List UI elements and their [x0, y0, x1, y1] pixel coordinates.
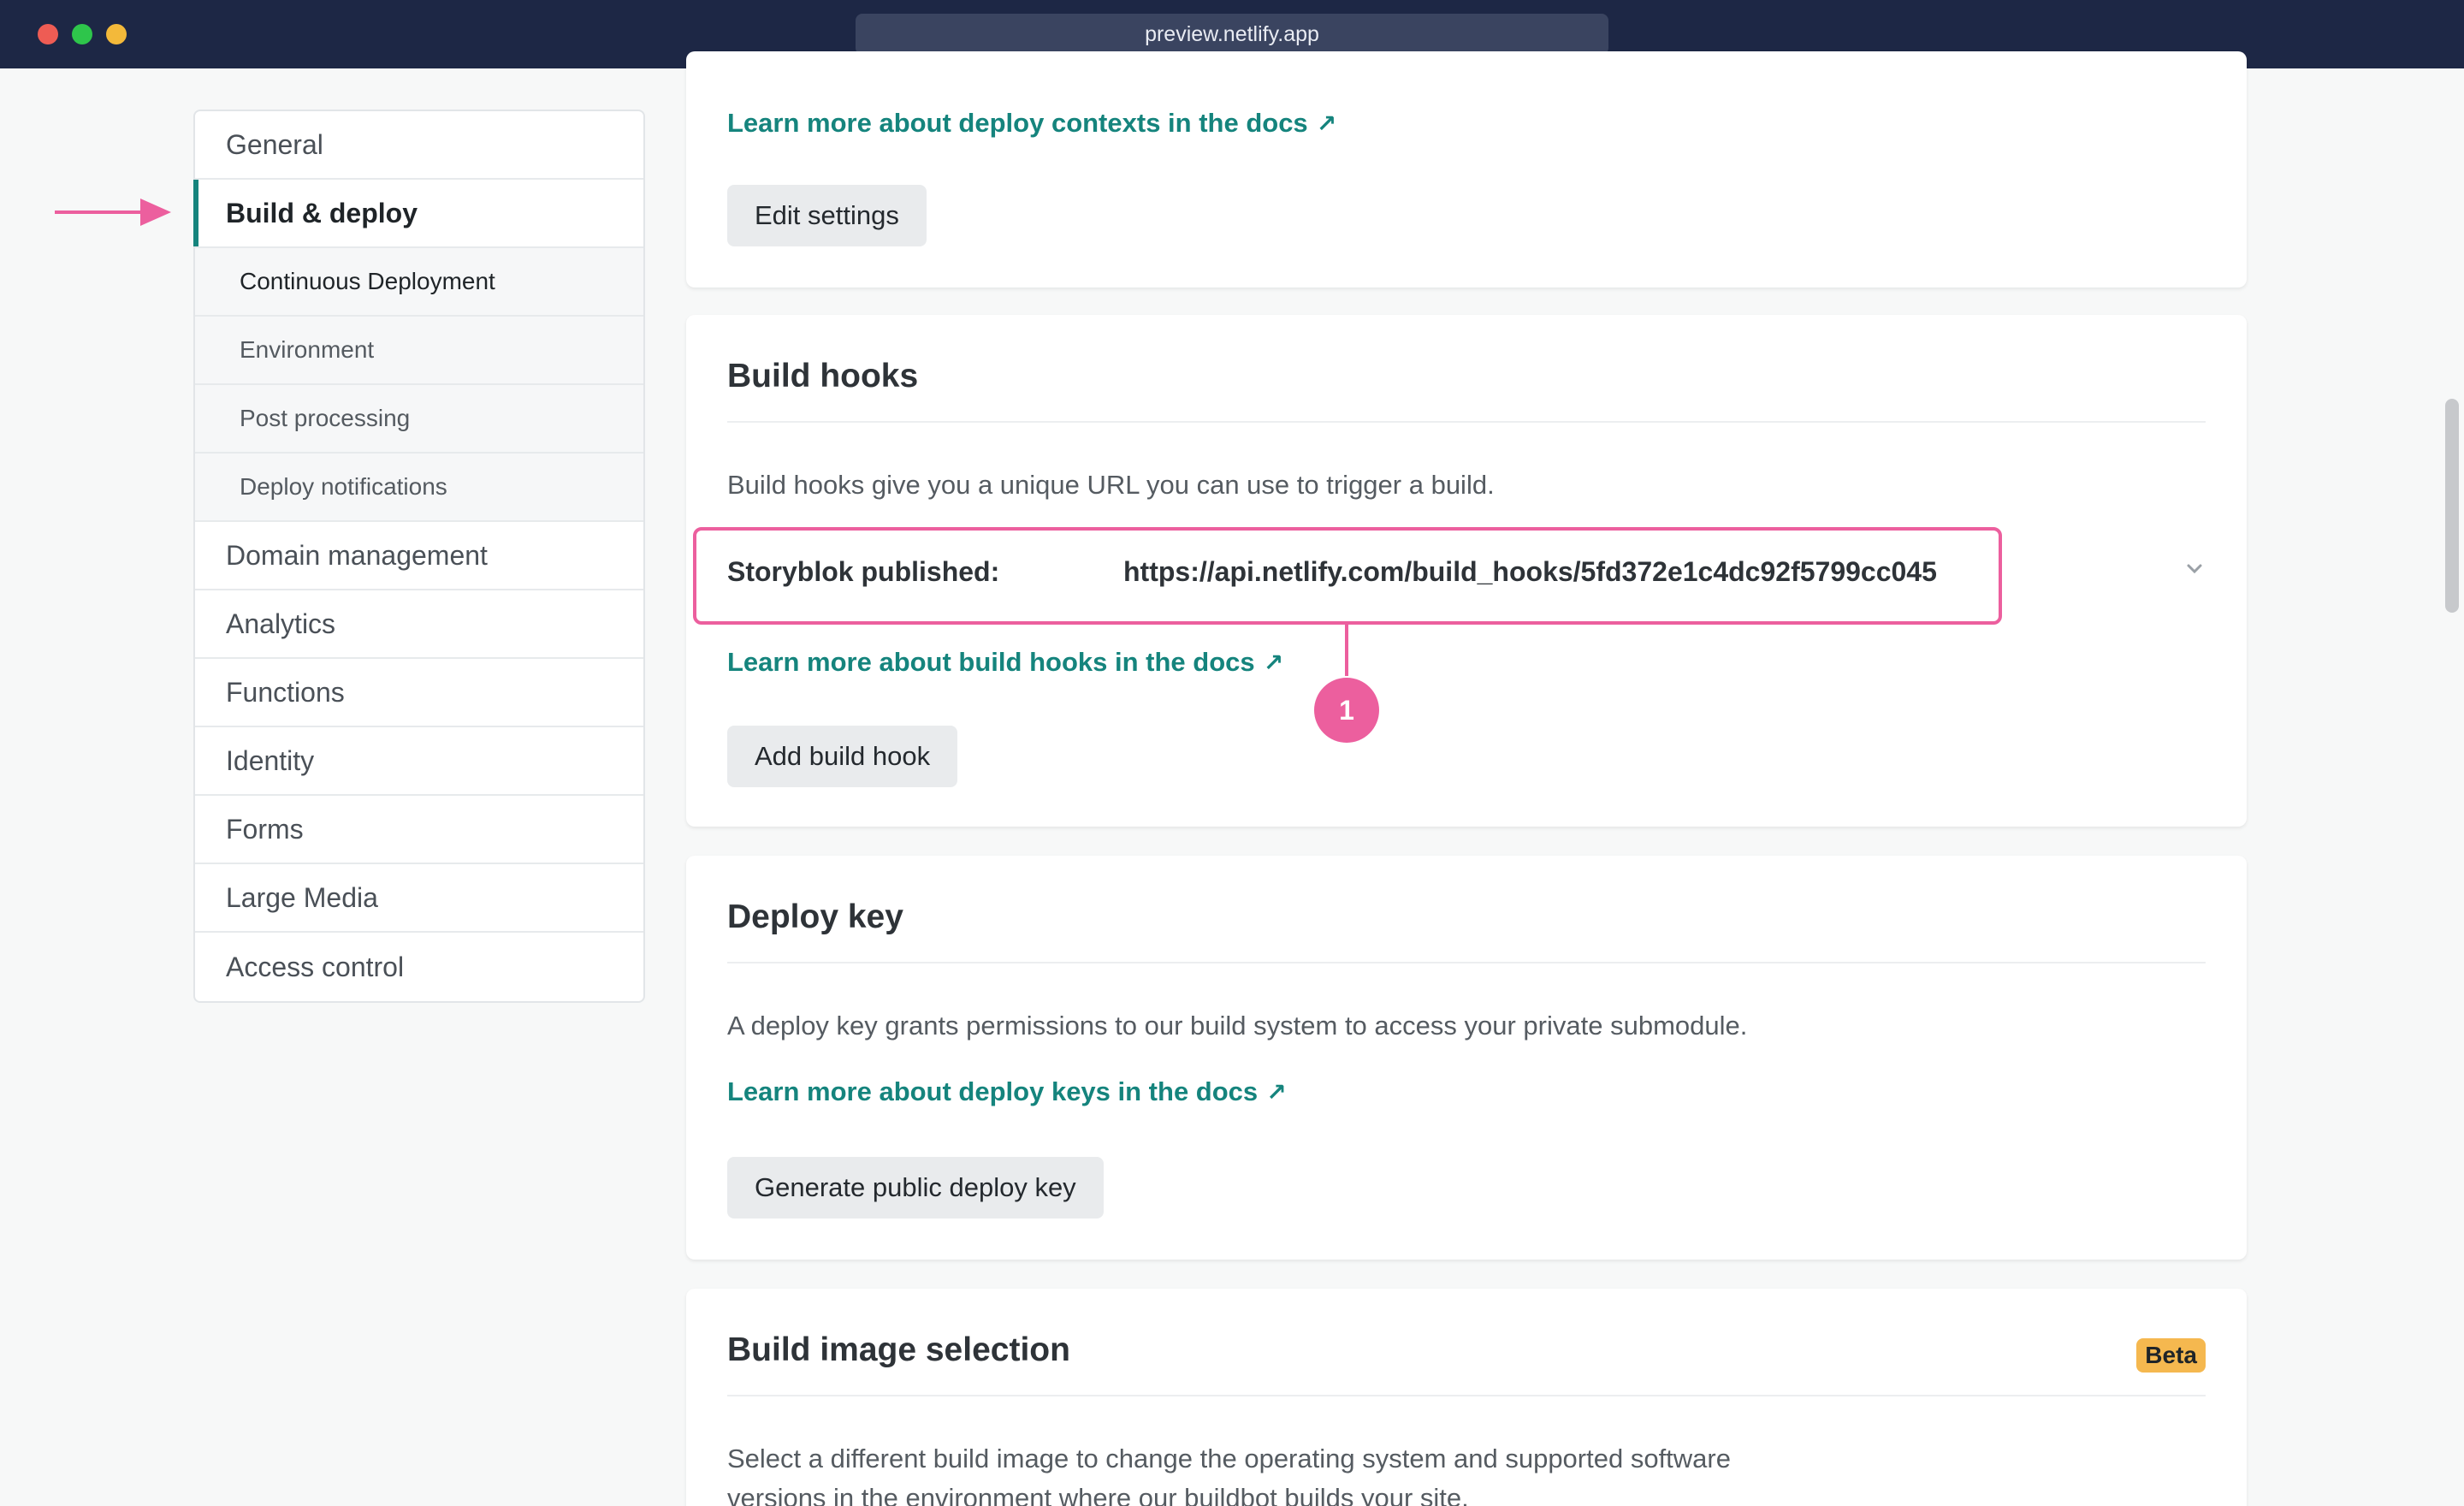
sidebar-item-analytics[interactable]: Analytics [195, 590, 643, 659]
edit-settings-button[interactable]: Edit settings [727, 185, 927, 246]
sidebar-subitem-environment[interactable]: Environment [195, 317, 643, 385]
deploy-contexts-docs-link-label: Learn more about deploy contexts in the … [727, 108, 1308, 138]
build-hook-name: Storyblok published: [727, 556, 1000, 587]
chevron-down-icon[interactable] [2183, 558, 2206, 580]
sidebar-subitem-continuous-deployment[interactable]: Continuous Deployment [195, 248, 643, 317]
maximize-window-button[interactable] [106, 24, 127, 44]
build-hooks-docs-link[interactable]: Learn more about build hooks in the docs… [727, 647, 1283, 678]
arrow-right-icon [55, 199, 171, 226]
build-hook-url[interactable]: https://api.netlify.com/build_hooks/5fd3… [1123, 556, 1937, 588]
build-hooks-title: Build hooks [727, 358, 919, 394]
divider [727, 962, 2206, 963]
address-bar[interactable]: preview.netlify.app [856, 14, 1608, 55]
deploy-contexts-card: Learn more about deploy contexts in the … [686, 51, 2247, 288]
minimize-window-button[interactable] [72, 24, 92, 44]
arrow-up-right-icon: ↗ [1316, 110, 1337, 137]
divider [727, 1395, 2206, 1396]
sidebar-item-functions[interactable]: Functions [195, 659, 643, 727]
build-hooks-description: Build hooks give you a unique URL you ca… [727, 470, 1495, 500]
close-window-button[interactable] [38, 24, 58, 44]
build-hooks-docs-link-label: Learn more about build hooks in the docs [727, 647, 1255, 677]
sidebar-item-build-deploy[interactable]: Build & deploy [193, 180, 643, 248]
sidebar-subitem-post-processing[interactable]: Post processing [195, 385, 643, 454]
page-scrollbar-track[interactable] [2440, 68, 2464, 1506]
arrow-up-right-icon: ↗ [1263, 649, 1284, 676]
add-build-hook-button[interactable]: Add build hook [727, 726, 958, 787]
build-image-title: Build image selection [727, 1331, 1070, 1368]
callout-number-badge: 1 [1314, 678, 1379, 743]
build-image-description: Select a different build image to change… [727, 1444, 1731, 1506]
deploy-key-card: Deploy key A deploy key grants permissio… [686, 856, 2247, 1260]
sidebar-item-general[interactable]: General [195, 111, 643, 180]
generate-deploy-key-button[interactable]: Generate public deploy key [727, 1157, 1104, 1218]
sidebar-item-domain-management[interactable]: Domain management [195, 522, 643, 590]
settings-sidebar-nav: General Build & deploy Continuous Deploy… [193, 110, 645, 1003]
sidebar-item-access-control[interactable]: Access control [195, 933, 643, 1001]
page-scrollbar-thumb[interactable] [2445, 399, 2459, 613]
arrow-up-right-icon: ↗ [1266, 1079, 1287, 1106]
callout-connector [1345, 625, 1348, 676]
beta-badge: Beta [2136, 1338, 2206, 1373]
deploy-key-title: Deploy key [727, 898, 903, 935]
divider [727, 421, 2206, 423]
sidebar-item-large-media[interactable]: Large Media [195, 864, 643, 933]
sidebar-item-forms[interactable]: Forms [195, 796, 643, 864]
deploy-contexts-docs-link[interactable]: Learn more about deploy contexts in the … [727, 108, 1336, 139]
sidebar-item-identity[interactable]: Identity [195, 727, 643, 796]
deploy-keys-docs-link[interactable]: Learn more about deploy keys in the docs… [727, 1076, 1287, 1107]
deploy-key-description: A deploy key grants permissions to our b… [727, 1011, 1748, 1041]
sidebar-subitem-deploy-notifications[interactable]: Deploy notifications [195, 454, 643, 522]
build-image-card: Build image selection Beta Select a diff… [686, 1289, 2247, 1506]
deploy-keys-docs-link-label: Learn more about deploy keys in the docs [727, 1076, 1259, 1106]
